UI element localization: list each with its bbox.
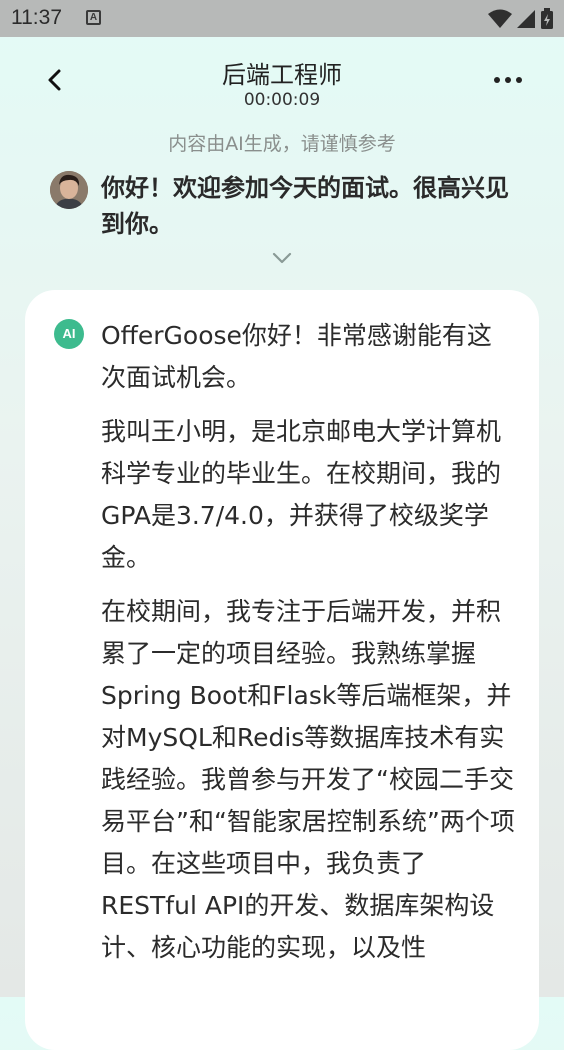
ai-disclaimer: 内容由AI生成，请谨慎参考 <box>168 133 396 155</box>
signal-icon <box>517 10 535 28</box>
answer-paragraph: 我叫王小明，是北京邮电大学计算机科学专业的毕业生。在校期间，我的GPA是3.7/… <box>101 417 502 572</box>
header: 后端工程师 00:00:09 <box>0 37 564 127</box>
app-notification-icon: A <box>86 10 101 25</box>
page-title: 后端工程师 <box>222 61 342 89</box>
chevron-down-icon[interactable] <box>272 251 292 265</box>
wifi-icon <box>488 9 512 28</box>
answer-text: OfferGoose你好！非常感谢能有这次面试机会。 我叫王小明，是北京邮电大学… <box>101 315 516 981</box>
battery-icon <box>541 8 553 29</box>
status-bar: 11:37 A <box>0 0 564 37</box>
status-time: 11:37 <box>11 6 62 29</box>
answer-paragraph: OfferGoose你好！非常感谢能有这次面试机会。 <box>101 321 492 392</box>
status-icons <box>488 8 554 30</box>
ai-badge-icon: AI <box>54 319 84 349</box>
interview-timer: 00:00:09 <box>243 90 321 110</box>
answer-paragraph: 在校期间，我专注于后端开发，并积累了一定的项目经验。我熟练掌握Spring Bo… <box>101 597 515 962</box>
interviewer-message: 你好！欢迎参加今天的面试。很高兴见到你。 <box>101 174 509 238</box>
interviewer-avatar <box>50 171 88 209</box>
more-options-icon[interactable] <box>494 77 522 83</box>
